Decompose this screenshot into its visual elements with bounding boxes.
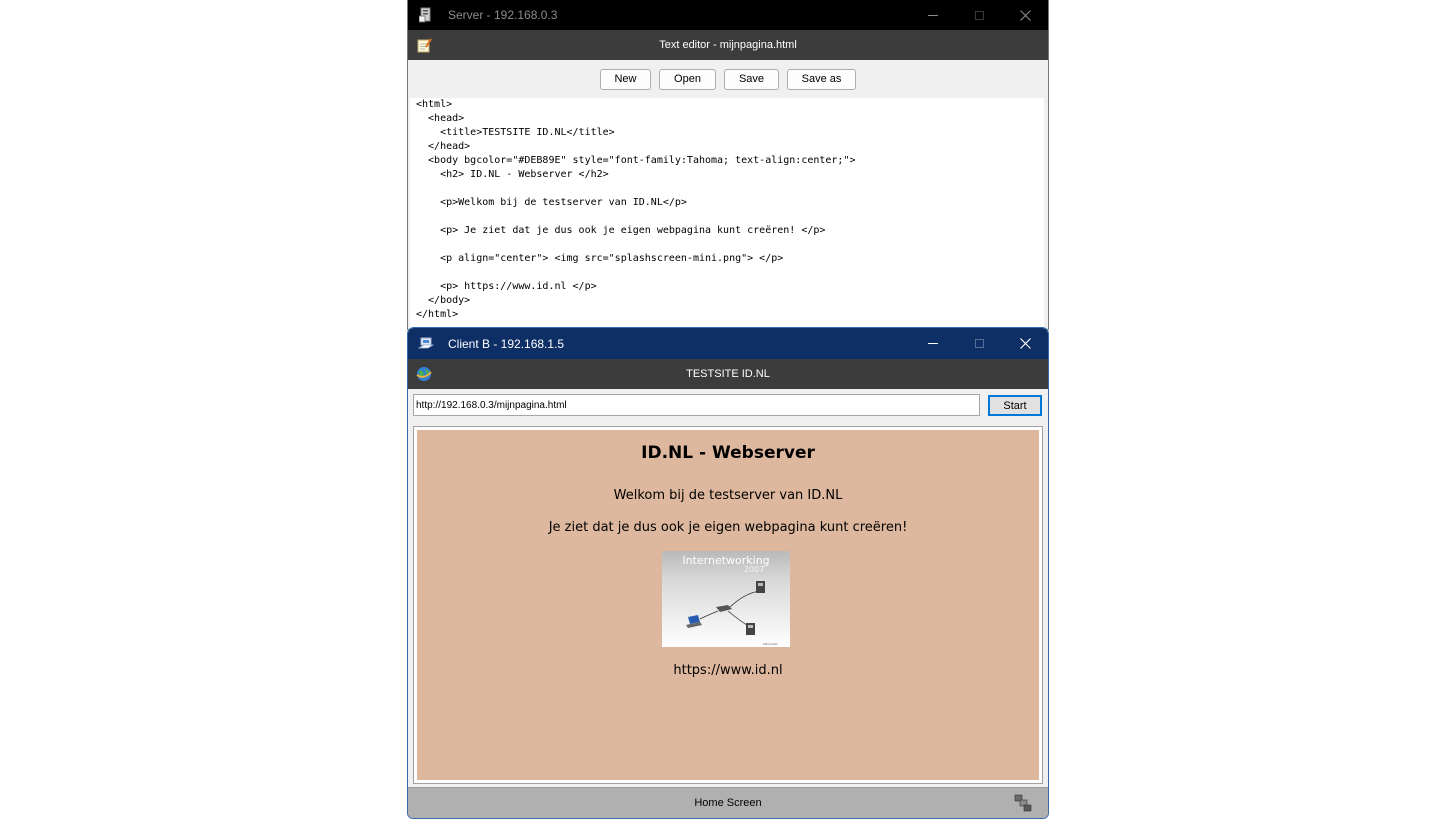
code-line: <p> https://www.id.nl </p> <box>416 281 597 292</box>
web-viewport[interactable]: ID.NL - Webserver Welkom bij de testserv… <box>413 426 1043 784</box>
code-line: <p> Je ziet dat je dus ook je eigen webp… <box>416 225 826 236</box>
code-line: <html> <box>416 99 453 110</box>
web-page: ID.NL - Webserver Welkom bij de testserv… <box>417 430 1039 780</box>
editor-title: Text editor - mijnpagina.html <box>659 39 797 51</box>
code-line: </html> <box>416 309 459 320</box>
page-heading: ID.NL - Webserver <box>641 443 815 463</box>
save-as-button[interactable]: Save as <box>787 68 856 90</box>
maximize-icon <box>974 339 984 348</box>
server-window: Server - 192.168.0.3 Text editor - mijnp… <box>407 0 1049 330</box>
client-title: Client B - 192.168.1.5 <box>448 336 565 351</box>
close-button[interactable] <box>1002 0 1048 30</box>
maximize-icon <box>974 10 984 20</box>
server-title: Server - 192.168.0.3 <box>448 8 558 22</box>
address-bar: Start <box>408 389 1048 419</box>
minimize-icon <box>928 14 938 16</box>
minimize-icon <box>928 343 938 344</box>
server-window-controls <box>910 0 1048 30</box>
client-window-controls <box>910 328 1048 359</box>
page-paragraph-welcome: Welkom bij de testserver van ID.NL <box>613 488 843 503</box>
maximize-button[interactable] <box>956 0 1002 30</box>
editor-toolbar: New Open Save Save as <box>408 60 1048 98</box>
windows-tile-icon[interactable] <box>1014 794 1032 812</box>
status-bar: Home Screen <box>408 787 1048 818</box>
new-button[interactable]: New <box>600 68 651 90</box>
code-editor[interactable]: <html> <head> <title>TESTSITE ID.NL</tit… <box>410 98 1044 328</box>
minimize-button[interactable] <box>910 328 956 359</box>
code-line: </body> <box>416 295 471 306</box>
code-line: <head> <box>416 113 465 124</box>
close-icon <box>1019 338 1031 349</box>
network-icon <box>418 336 434 352</box>
splashscreen-image: Internetworking 2007 Idbrucken <box>662 551 790 647</box>
code-line: <title>TESTSITE ID.NL</title> <box>416 127 615 138</box>
code-line: </head> <box>416 141 471 152</box>
minimize-button[interactable] <box>910 0 956 30</box>
maximize-button[interactable] <box>956 328 1002 359</box>
open-button[interactable]: Open <box>659 68 716 90</box>
svg-text:Idbrucken: Idbrucken <box>763 642 778 646</box>
splash-year: 2007 <box>744 565 764 574</box>
browser-title: TESTSITE ID.NL <box>686 368 770 380</box>
client-window: Client B - 192.168.1.5 TESTSITE ID.NL St… <box>407 327 1049 819</box>
code-line: <p>Welkom bij de testserver van ID.NL</p… <box>416 197 687 208</box>
page-paragraph-info: Je ziet dat je dus ook je eigen webpagin… <box>548 520 908 535</box>
browser-header: TESTSITE ID.NL <box>408 359 1048 389</box>
url-input[interactable] <box>413 394 980 416</box>
server-icon <box>418 7 434 23</box>
globe-icon <box>416 366 432 382</box>
server-titlebar[interactable]: Server - 192.168.0.3 <box>408 0 1048 30</box>
save-button[interactable]: Save <box>724 68 779 90</box>
client-titlebar[interactable]: Client B - 192.168.1.5 <box>408 328 1048 359</box>
code-line: <body bgcolor="#DEB89E" style="font-fami… <box>416 155 856 166</box>
close-icon <box>1019 9 1031 21</box>
code-line: <p align="center"> <img src="splashscree… <box>416 253 784 264</box>
notepad-icon <box>416 37 432 53</box>
code-line: <h2> ID.NL - Webserver </h2> <box>416 169 609 180</box>
home-screen-label[interactable]: Home Screen <box>694 797 761 809</box>
page-paragraph-url: https://www.id.nl <box>673 663 783 678</box>
close-button[interactable] <box>1002 328 1048 359</box>
editor-header: Text editor - mijnpagina.html <box>408 30 1048 60</box>
start-button[interactable]: Start <box>988 395 1042 416</box>
